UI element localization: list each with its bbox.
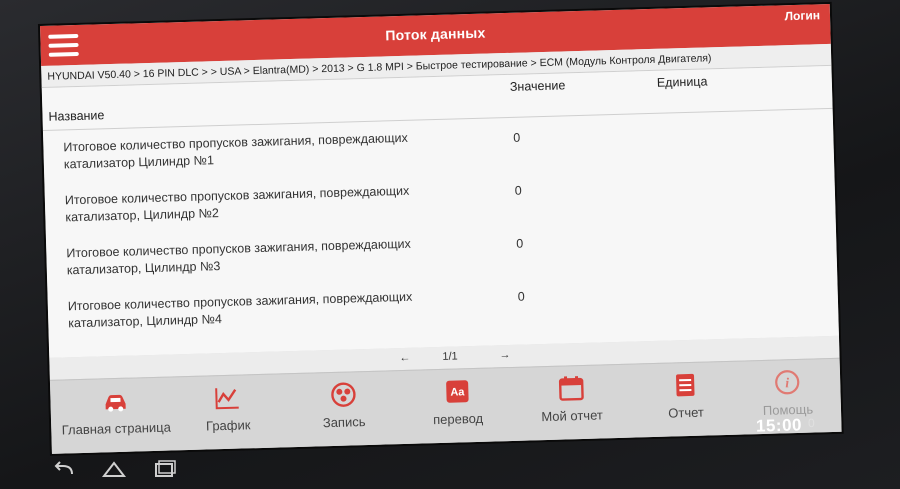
column-header-unit: Единица [656,74,708,90]
row-name: Итоговое количество пропусков зажигания,… [67,289,413,331]
calendar-icon [558,376,584,401]
app-screen: Поток данных Логин HYUNDAI V50.40 > 16 P… [40,3,842,454]
graph-button[interactable]: График [162,382,293,435]
record-button[interactable]: Запись [278,379,409,432]
my-report-button[interactable]: Мой отчет [506,372,637,425]
graph-icon [215,388,239,410]
translate-label: перевод [432,410,484,428]
status-indicator: 0 [807,415,815,431]
recent-apps-icon[interactable] [150,458,178,480]
row-name: Итоговое количество пропусков зажигания,… [63,130,408,172]
prev-page-button[interactable]: ← [399,352,410,364]
row-value: 0 [513,130,521,145]
car-icon [105,394,126,412]
graph-label: График [205,417,251,434]
back-icon[interactable] [50,458,78,480]
record-label: Запись [322,414,366,431]
report-label: Отчет [668,404,705,421]
login-button[interactable]: Логин [784,8,820,23]
info-icon: i [775,370,800,395]
report-icon [676,373,695,397]
data-stream-table: Значение Единица Название Итоговое колич… [41,65,839,358]
help-button[interactable]: i Помощь [722,366,842,419]
translate-icon: Aa [446,380,469,403]
row-name: Итоговое количество пропусков зажигания,… [64,183,410,225]
home-label: Главная страница [61,419,172,438]
row-value: 0 [514,183,522,198]
next-page-button[interactable]: → [499,349,510,361]
svg-text:i: i [785,376,789,391]
column-header-value: Значение [509,78,566,94]
status-clock: 15:00 [755,415,803,436]
home-nav-icon[interactable] [100,458,128,480]
column-header-name: Название [48,108,105,124]
row-value: 0 [517,289,525,304]
row-value: 0 [516,236,524,251]
translate-button[interactable]: Aa перевод [392,376,523,429]
svg-text:Aa: Aa [450,386,465,398]
record-icon [331,382,356,407]
row-name: Итоговое количество пропусков зажигания,… [66,236,411,278]
my-report-label: Мой отчет [541,407,604,425]
android-nav-bar [50,458,200,484]
page-indicator: 1/1 [442,350,458,363]
